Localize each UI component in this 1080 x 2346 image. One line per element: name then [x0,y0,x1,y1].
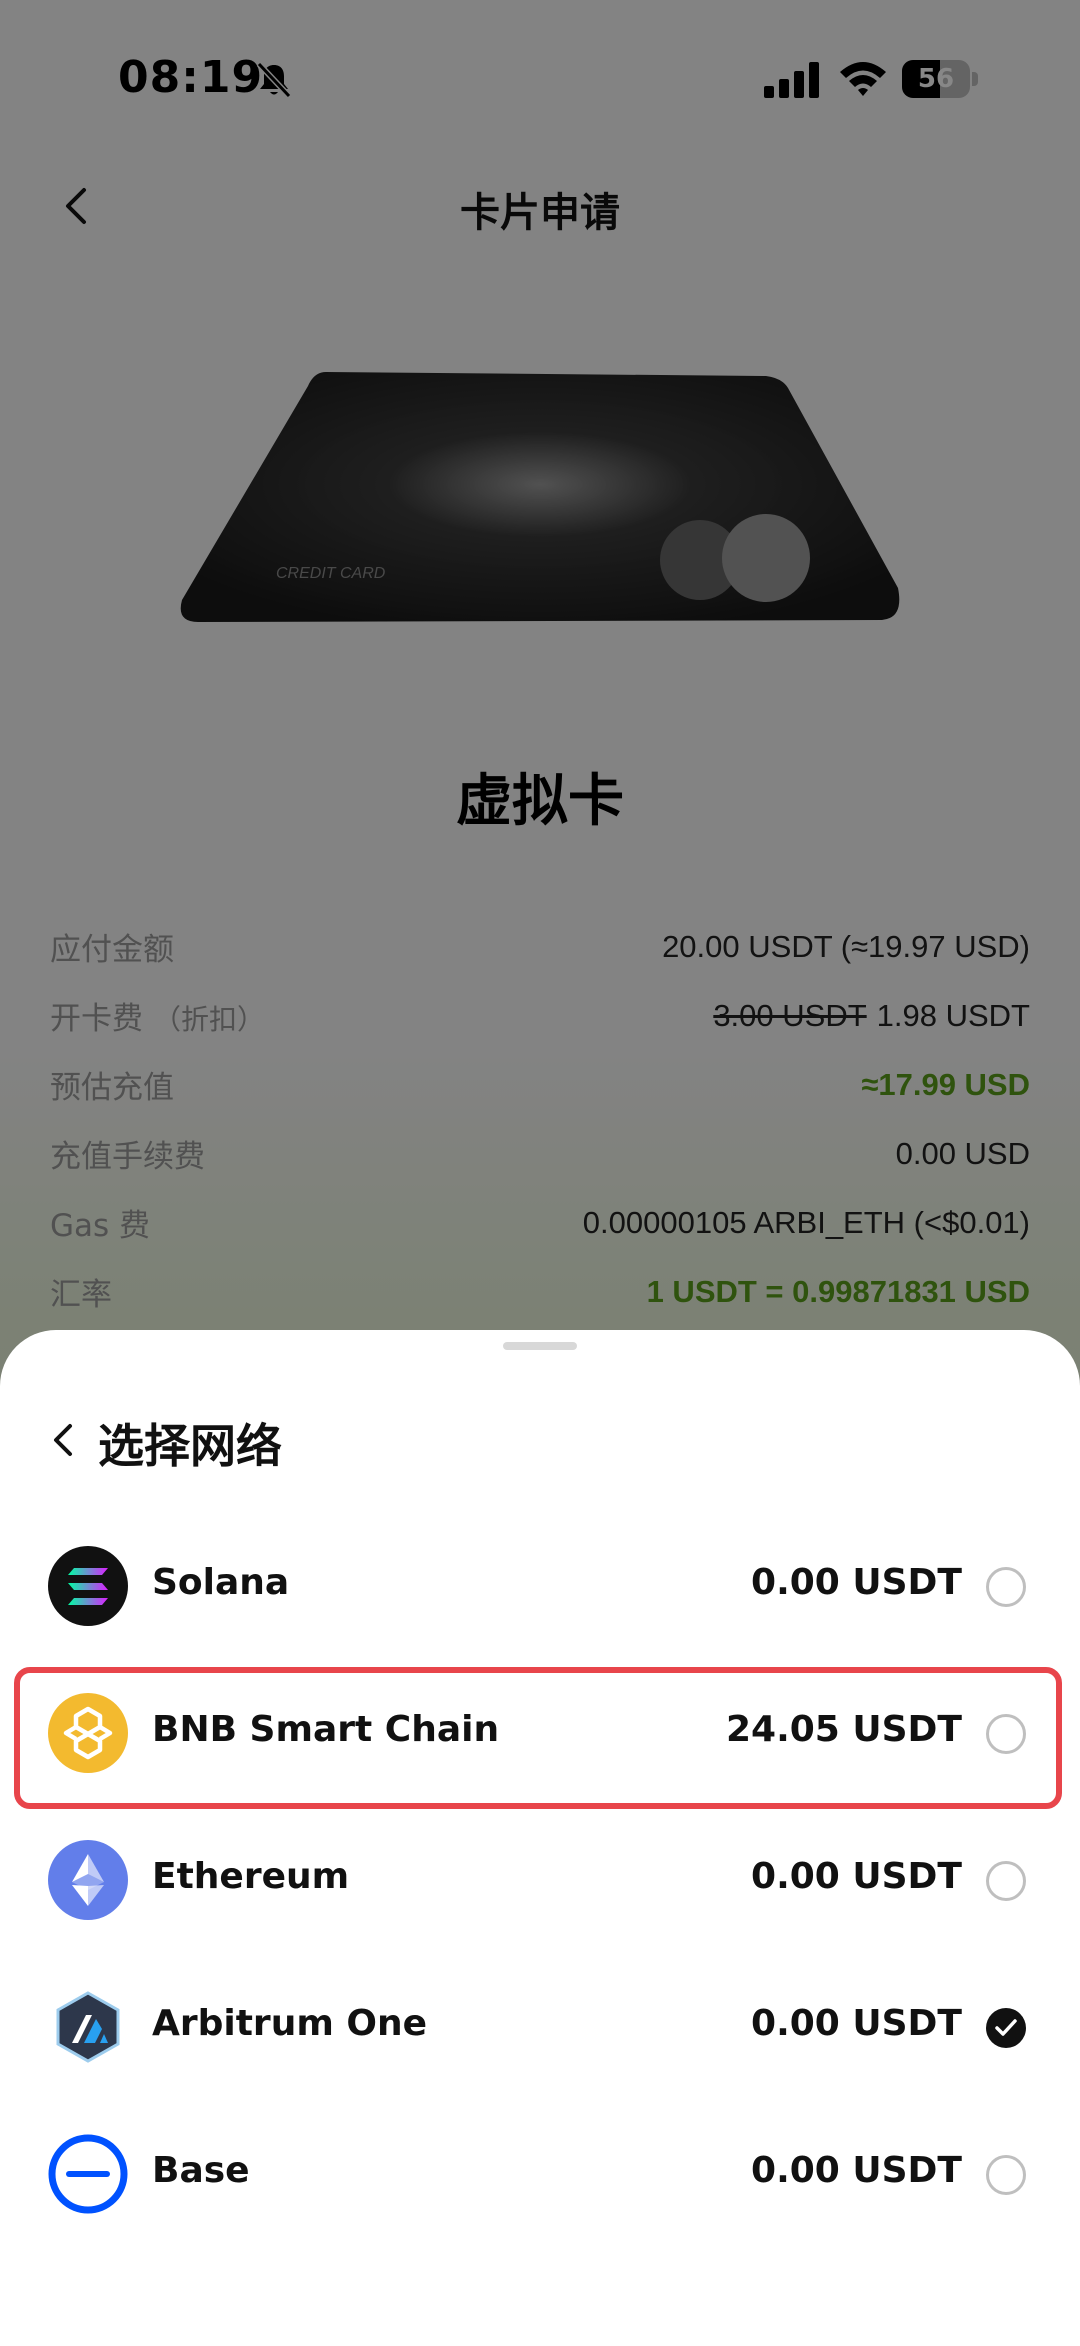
network-select-sheet: 选择网络 Solana 0.00 USDT BNB Smart Chain 24… [0,1330,1080,2346]
network-option-base[interactable]: Base 0.00 USDT [0,2100,1080,2247]
solana-icon [48,1546,128,1626]
radio-unchecked[interactable] [986,1861,1026,1901]
radio-unchecked[interactable] [986,1567,1026,1607]
radio-checked[interactable] [986,2008,1026,2048]
bnb-icon [48,1693,128,1773]
network-balance: 0.00 USDT [751,2150,962,2191]
sheet-header: 选择网络 [0,1390,1080,1490]
network-option-ethereum[interactable]: Ethereum 0.00 USDT [0,1806,1080,1953]
sheet-title: 选择网络 [98,1419,282,1473]
radio-unchecked[interactable] [986,1714,1026,1754]
network-name: BNB Smart Chain [152,1709,500,1750]
network-balance: 0.00 USDT [751,1856,962,1897]
arbitrum-icon [56,1991,120,2063]
network-balance: 0.00 USDT [751,2003,962,2044]
back-chevron-icon[interactable] [48,1418,78,1462]
network-balance: 0.00 USDT [751,1562,962,1603]
network-name: Solana [152,1562,290,1603]
drag-handle[interactable] [503,1342,577,1350]
network-balance: 24.05 USDT [725,1709,962,1750]
network-name: Ethereum [152,1856,350,1897]
ethereum-icon [48,1840,128,1920]
network-option-arbitrum-one[interactable]: Arbitrum One 0.00 USDT [0,1953,1080,2100]
network-list: Solana 0.00 USDT BNB Smart Chain 24.05 U… [0,1512,1080,2247]
network-name: Arbitrum One [152,2003,428,2044]
network-option-solana[interactable]: Solana 0.00 USDT [0,1512,1080,1659]
radio-unchecked[interactable] [986,2155,1026,2195]
network-name: Base [152,2150,250,2191]
network-option-bnb-smart-chain[interactable]: BNB Smart Chain 24.05 USDT [0,1659,1080,1809]
checkmark-icon [995,2019,1017,2036]
base-icon [48,2134,128,2214]
